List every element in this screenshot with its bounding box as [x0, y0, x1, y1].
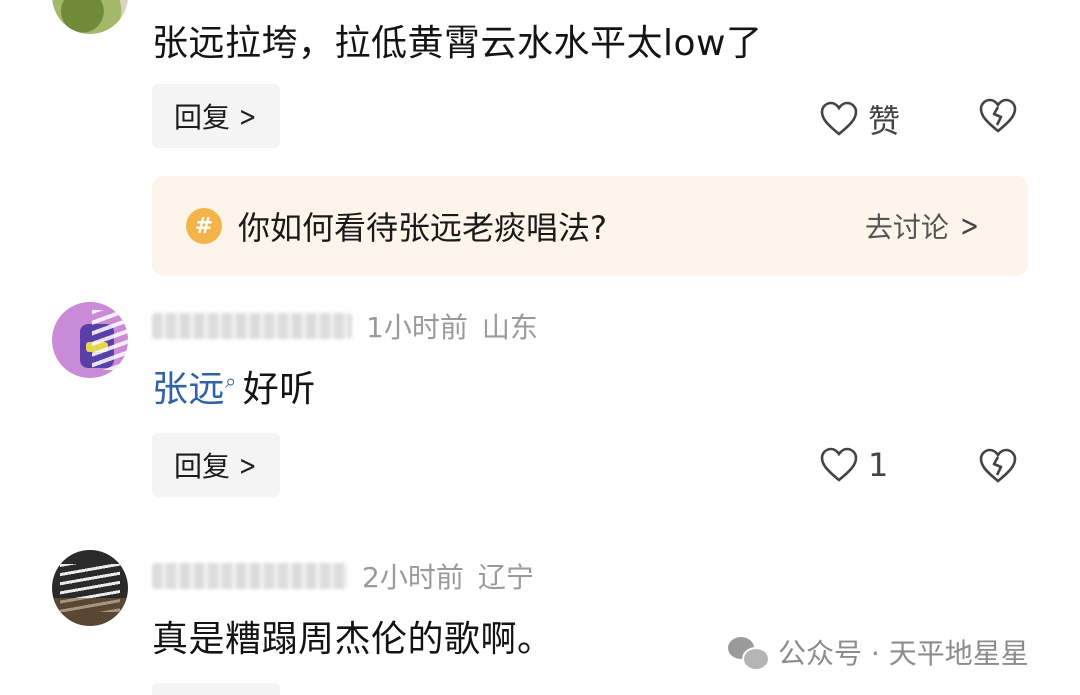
like-button[interactable]: 1	[820, 446, 888, 484]
reply-label: 回复	[174, 101, 231, 134]
comment-time: 1小时前	[366, 311, 468, 344]
comment-body: 好听	[242, 369, 316, 410]
discuss-link[interactable]: 去讨论 >	[865, 206, 982, 246]
reply-button[interactable]	[152, 683, 280, 695]
chevron-right-icon: >	[960, 208, 979, 244]
search-icon[interactable]: ⌕	[225, 369, 237, 393]
comment-text: 张远⌕ 好听	[152, 360, 316, 412]
discuss-label: 去讨论	[864, 211, 949, 244]
mention-link[interactable]: 张远	[152, 369, 225, 410]
avatar[interactable]	[52, 0, 128, 34]
like-count: 1	[868, 446, 889, 484]
avatar[interactable]	[52, 302, 128, 378]
dislike-icon[interactable]	[978, 98, 1018, 134]
dislike-icon[interactable]	[978, 448, 1018, 484]
reply-label: 回复	[174, 450, 231, 483]
chevron-right-icon: >	[238, 448, 257, 482]
comment-time: 2小时前	[362, 561, 464, 594]
reply-button[interactable]: 回复 >	[152, 84, 280, 148]
comment-meta: 1小时前 山东	[152, 306, 538, 346]
comment-meta: 2小时前 辽宁	[152, 556, 534, 596]
hashtag-icon: #	[186, 208, 222, 244]
comment-text: 张远拉垮，拉低黄霄云水水平太low了	[152, 23, 763, 64]
comment-location: 山东	[481, 311, 538, 344]
like-label: 赞	[868, 102, 901, 140]
comment-location: 辽宁	[477, 561, 534, 594]
topic-title: 你如何看待张远老痰唱法?	[238, 209, 607, 247]
heart-icon	[820, 101, 858, 136]
watermark: 公众号 · 天平地星星	[728, 632, 1029, 672]
reply-button[interactable]: 回复 >	[152, 433, 280, 497]
heart-icon	[820, 447, 858, 482]
comment-text: 真是糟蹋周杰伦的歌啊。	[152, 619, 554, 660]
avatar[interactable]	[52, 550, 128, 626]
chevron-right-icon: >	[238, 99, 257, 133]
watermark-text: 公众号 · 天平地星星	[778, 637, 1029, 670]
wechat-icon	[728, 635, 770, 671]
topic-banner[interactable]: # 你如何看待张远老痰唱法? 去讨论 >	[152, 176, 1028, 276]
like-button[interactable]: 赞	[820, 96, 900, 142]
username-redacted	[152, 563, 348, 589]
username-redacted	[152, 313, 352, 339]
